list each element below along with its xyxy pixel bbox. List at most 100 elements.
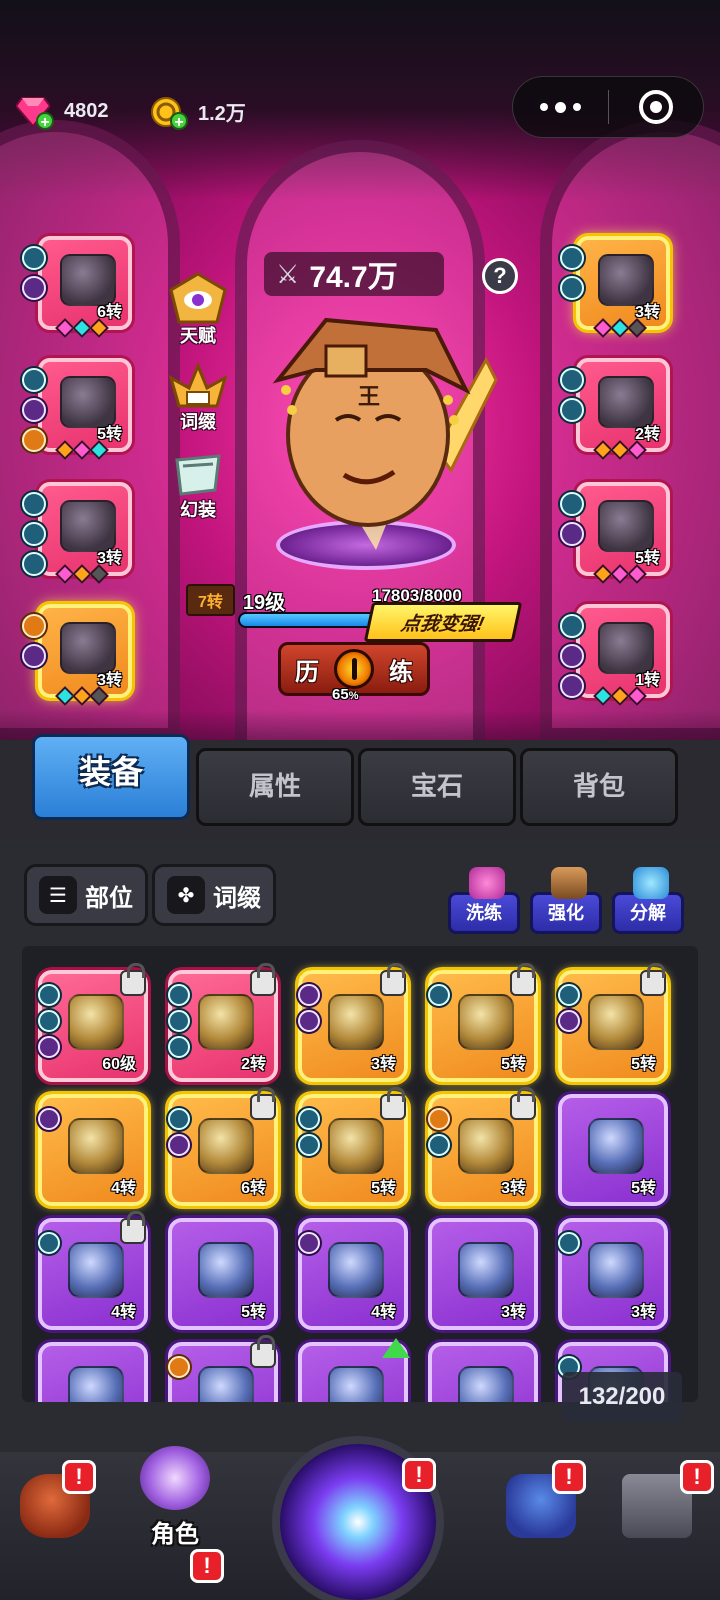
- inventory-item[interactable]: 3转: [428, 1218, 538, 1330]
- equip-slot-left-4[interactable]: 3转: [22, 604, 132, 706]
- equip-slot-right-1[interactable]: 3转: [560, 236, 670, 338]
- banana-icon: [198, 994, 254, 1050]
- tab-gems[interactable]: 宝石: [358, 748, 516, 826]
- nav-monster[interactable]: !: [496, 1460, 586, 1584]
- inventory-item[interactable]: 5转: [298, 1087, 408, 1206]
- inventory-item[interactable]: 3转: [558, 1218, 668, 1330]
- refine-button[interactable]: 洗练: [448, 867, 520, 934]
- tab-backpack[interactable]: 背包: [520, 748, 678, 826]
- inventory-item[interactable]: 4转: [38, 1211, 148, 1330]
- gem-icon: [627, 564, 647, 584]
- close-miniprogram-button[interactable]: [608, 77, 703, 137]
- item-level: 4转: [111, 1180, 136, 1197]
- item-level: 4转: [371, 1304, 396, 1321]
- inventory-item[interactable]: 5转: [428, 963, 538, 1082]
- inventory-item[interactable]: [298, 1338, 410, 1402]
- inventory-item[interactable]: 5转: [558, 963, 668, 1082]
- lock-icon[interactable]: [250, 1087, 276, 1120]
- item-level: 5转: [241, 1304, 266, 1321]
- power-up-button[interactable]: 点我变强!: [363, 602, 523, 642]
- inventory-item[interactable]: 6转: [168, 1087, 278, 1206]
- equip-slot-right-2[interactable]: 2转: [560, 358, 670, 460]
- add-diamond-icon[interactable]: +: [36, 112, 54, 131]
- affix-button[interactable]: 词缀: [162, 358, 234, 434]
- item-level: 60级: [102, 1056, 136, 1073]
- slot-level: 5转: [97, 426, 122, 443]
- inventory-item[interactable]: 5转: [558, 1094, 668, 1206]
- equip-slot-right-3[interactable]: 5转: [560, 482, 670, 584]
- lock-icon[interactable]: [380, 963, 406, 996]
- nav-dungeon[interactable]: !: [612, 1460, 714, 1584]
- add-coin-icon[interactable]: +: [170, 112, 188, 131]
- inventory-item[interactable]: 3转: [428, 1087, 538, 1206]
- inventory-item[interactable]: 5转: [168, 1218, 278, 1330]
- lock-icon[interactable]: [640, 963, 666, 996]
- nav-character[interactable]: 角色 !: [130, 1446, 224, 1583]
- lock-icon[interactable]: [510, 1087, 536, 1120]
- training-progress: 65%: [332, 686, 358, 703]
- filter-slot-button[interactable]: ☰ 部位: [24, 864, 148, 926]
- inventory-item[interactable]: 2转: [168, 963, 278, 1082]
- gem-icon: [89, 318, 109, 338]
- hero-character: 王: [272, 317, 498, 550]
- inventory-item[interactable]: 4转: [298, 1218, 408, 1330]
- equip-slot-right-4[interactable]: 1转: [560, 604, 670, 706]
- decompose-button[interactable]: 分解: [612, 867, 684, 934]
- affix-icon: [558, 1010, 580, 1032]
- phantom-gear-button[interactable]: 幻装: [162, 446, 234, 522]
- tab-attributes[interactable]: 属性: [196, 748, 354, 826]
- talent-button[interactable]: 天赋: [162, 272, 234, 348]
- lock-icon[interactable]: [120, 963, 146, 996]
- training-label-left: 历: [295, 658, 319, 686]
- slot-level: 3转: [635, 304, 660, 321]
- affix-icon: [168, 1010, 190, 1032]
- lock-icon[interactable]: [250, 1335, 276, 1368]
- slot-affix-tags: [560, 368, 584, 422]
- winged-armor-icon: [198, 1118, 254, 1174]
- tab-equipment[interactable]: 装备: [32, 734, 190, 820]
- hero-forehead-mark: 王: [358, 385, 380, 410]
- equip-slot-left-3[interactable]: 3转: [22, 482, 132, 584]
- diamond-amount: 4802: [64, 99, 109, 122]
- nav-alert-badge: !: [402, 1458, 436, 1492]
- diamond-counter[interactable]: + 4802: [14, 96, 109, 131]
- enhance-button[interactable]: 强化: [530, 867, 602, 934]
- equip-slot-left-2[interactable]: 5转: [22, 358, 132, 460]
- affix-icon: [560, 492, 584, 516]
- coin-counter[interactable]: + 1.2万: [150, 96, 246, 131]
- affix-icon: [560, 644, 584, 668]
- affix-tags: [168, 1356, 190, 1378]
- nav-treasure[interactable]: !: [10, 1460, 100, 1584]
- hero-bead-icon: [287, 405, 297, 415]
- affix-icon: [22, 522, 46, 546]
- equip-slot-left-1[interactable]: 6转: [22, 236, 132, 338]
- inventory-item[interactable]: [38, 1342, 148, 1402]
- inventory-item[interactable]: 60级: [38, 963, 148, 1082]
- banana-icon: [68, 1242, 124, 1298]
- more-options-button[interactable]: [513, 77, 608, 137]
- lock-icon[interactable]: [510, 963, 536, 996]
- affix-icon: [38, 1036, 60, 1058]
- inventory-item[interactable]: 4转: [38, 1094, 148, 1206]
- club-icon: [588, 1242, 644, 1298]
- item-level: 3转: [371, 1056, 396, 1073]
- affix-icon: [38, 1108, 60, 1130]
- mace-icon: [588, 1118, 644, 1174]
- affix-tags: [558, 984, 580, 1032]
- inventory-item[interactable]: 3转: [298, 963, 408, 1082]
- inventory-item[interactable]: [428, 1342, 538, 1402]
- help-button[interactable]: ?: [482, 258, 518, 294]
- item-level: 3转: [631, 1304, 656, 1321]
- affix-icon: [22, 246, 46, 270]
- item-level: 3转: [501, 1304, 526, 1321]
- item-level: 3转: [501, 1180, 526, 1197]
- item-level: 2转: [241, 1056, 266, 1073]
- affix-tags: [298, 1108, 320, 1156]
- lock-icon[interactable]: [120, 1211, 146, 1244]
- lock-icon[interactable]: [380, 1087, 406, 1120]
- slot-level: 1转: [635, 672, 660, 689]
- affix-icon: [560, 246, 584, 270]
- filter-affix-button[interactable]: ✤ 词缀: [152, 864, 276, 926]
- lock-icon[interactable]: [250, 963, 276, 996]
- inventory-item[interactable]: [168, 1335, 278, 1402]
